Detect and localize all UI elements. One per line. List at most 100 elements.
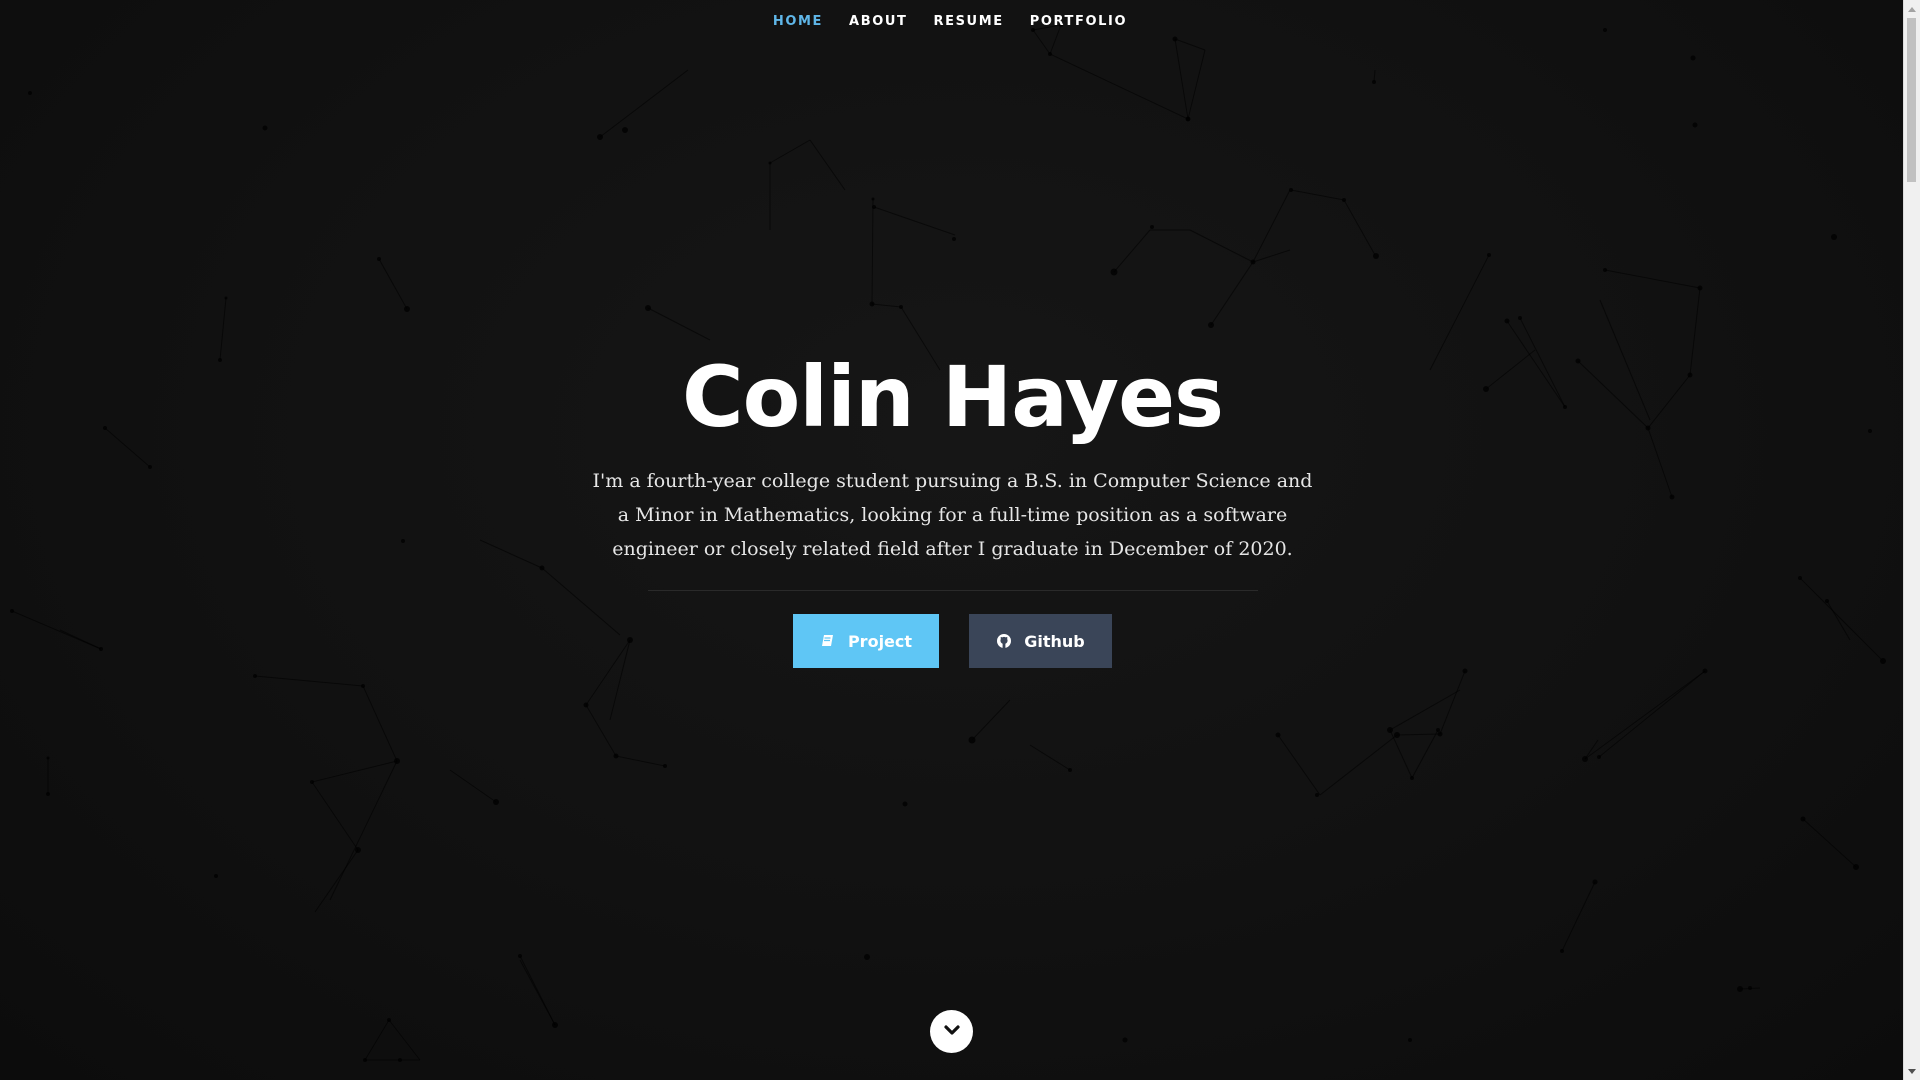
particle-link [1604,269,1701,289]
particle-link [769,139,811,164]
particle-link [1343,199,1376,256]
book-icon [820,633,836,649]
chevron-down-icon [942,1020,962,1044]
hero-buttons: Project Github [0,614,1905,668]
particle-link [254,675,364,687]
particle-dot [398,1058,402,1062]
particle-link [1411,729,1439,779]
project-button-label: Project [847,631,913,651]
particle-dot [310,780,314,784]
particle-dot [404,306,410,312]
particle-link [311,760,398,783]
particle-dot [583,702,589,708]
hero-divider [647,590,1258,591]
scroll-down-button[interactable] [930,1010,973,1053]
particle-dot [1697,285,1703,291]
particle-link [1290,189,1345,201]
particle-dot [1560,949,1564,953]
particle-dot [622,127,628,133]
particle-dot [869,301,875,307]
particle-link [1396,733,1441,736]
particle-dot [1462,668,1468,674]
scrollbar-thumb[interactable] [1907,18,1916,182]
particle-link [1584,670,1706,760]
particle-link [971,699,1011,741]
particle-dot [1603,268,1607,272]
particle-dot [1372,80,1376,84]
particle-dot [1582,756,1588,762]
particle-dot [1437,731,1443,737]
particle-dot [1394,732,1400,738]
particle-link [1252,189,1291,263]
particle-dot [493,799,499,805]
particle-link [1049,24,1062,55]
particle-link [1174,38,1206,51]
particle-dot [1275,732,1281,738]
particle-dot [1172,36,1178,42]
particle-link [364,1019,390,1061]
particle-link [1113,229,1151,273]
particle-link [1561,881,1596,952]
particle-dot [663,764,667,768]
particle-dot [1800,816,1806,822]
nav-item-home[interactable]: HOME [773,14,823,29]
particle-dot [394,758,400,764]
particle-dot [46,756,50,760]
particle-link [1598,670,1706,758]
particle-dot [1487,253,1491,257]
scrollbar[interactable] [1903,0,1920,1080]
github-button[interactable]: Github [969,614,1112,668]
particle-dot [899,305,903,309]
particle-link [615,755,666,767]
particle-dot [361,684,365,688]
scroll-up-arrow-icon[interactable] [1904,0,1920,17]
particle-dot [872,205,876,209]
particle-dot [387,1018,391,1022]
particle-dot [377,257,381,261]
particle-dot [262,125,268,131]
particle-dot [46,792,50,796]
particle-link [519,959,556,1026]
nav-item-about[interactable]: ABOUT [849,14,907,29]
particle-link [1174,38,1189,120]
particle-dot [871,197,875,201]
hero-section: Colin Hayes I'm a fourth-year college st… [0,342,1905,668]
particle-dot [1410,776,1414,780]
hero-description: I'm a fourth-year college student pursui… [592,470,1313,560]
particle-link [449,769,497,803]
particle-dot [864,954,870,960]
github-button-label: Github [1024,631,1085,651]
particle-dot [28,91,32,95]
scroll-down-arrow-icon[interactable] [1904,1063,1920,1080]
particle-dot [1592,879,1598,885]
particle-dot [1748,986,1752,990]
particle-link [1210,261,1254,326]
particle-link [647,307,711,341]
particle-link [1032,29,1051,55]
particle-dot [1597,755,1601,759]
top-navigation: HOME ABOUT RESUME PORTFOLIO [0,14,1900,29]
particle-dot [1831,234,1837,240]
particle-link [1049,53,1189,120]
nav-item-resume[interactable]: RESUME [933,14,1003,29]
particle-dot [1408,1038,1412,1042]
particle-dot [1387,727,1393,733]
particle-link [314,849,359,913]
particle-dot [613,753,619,759]
particle-link [871,303,902,308]
particle-dot [1315,793,1319,797]
particle-dot [768,161,772,165]
nav-item-portfolio[interactable]: PORTFOLIO [1030,14,1127,29]
particle-link [1802,818,1857,868]
particle-dot [363,1058,367,1062]
particle-dot [645,305,651,311]
particle-link [873,206,956,236]
particle-link [599,69,689,138]
particle-link [378,258,408,310]
particle-link [1187,49,1206,120]
particle-dot [597,134,603,140]
project-button[interactable]: Project [793,614,939,668]
particle-link [1584,739,1599,760]
particle-dot [1289,188,1293,192]
particle-dot [1186,117,1190,121]
